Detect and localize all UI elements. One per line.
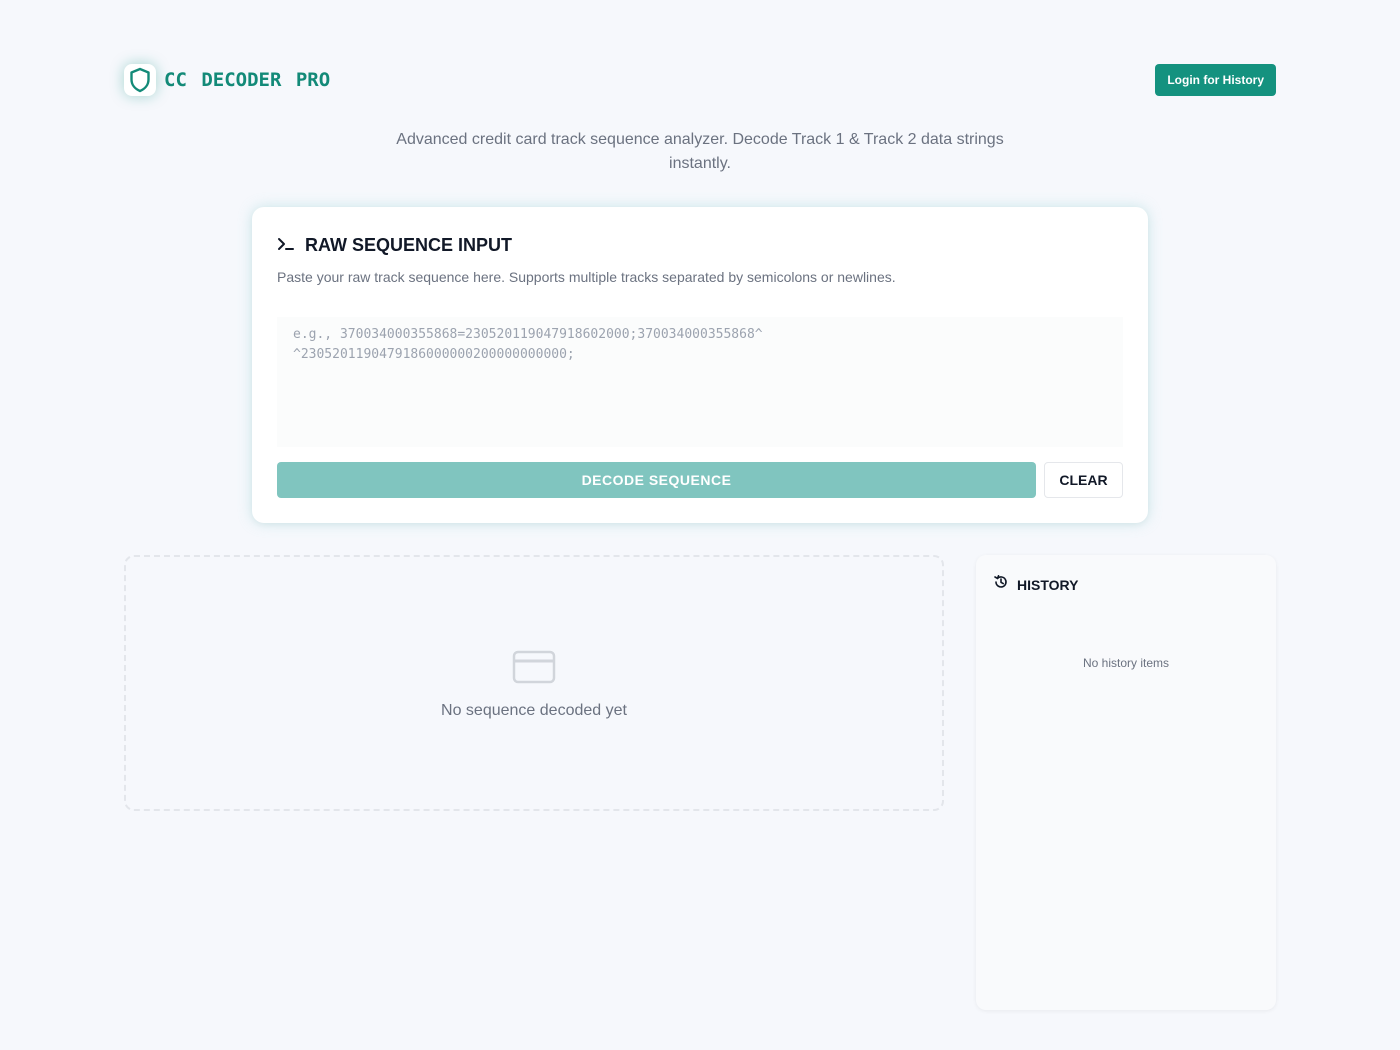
brand-name: CC DECODER PRO xyxy=(164,69,331,91)
decode-sequence-button[interactable]: DECODE SEQUENCE xyxy=(277,462,1036,498)
page-subtitle: Advanced credit card track sequence anal… xyxy=(396,131,1004,172)
raw-sequence-input-card: RAW SEQUENCE INPUT Paste your raw track … xyxy=(252,207,1148,523)
clear-button[interactable]: CLEAR xyxy=(1044,462,1123,498)
terminal-prompt-icon xyxy=(277,237,297,255)
header: CC DECODER PRO Login for History xyxy=(124,60,1276,100)
login-for-history-button[interactable]: Login for History xyxy=(1155,64,1276,96)
history-panel: HISTORY No history items xyxy=(976,555,1276,1010)
sequence-input[interactable] xyxy=(277,317,1123,447)
history-title: HISTORY xyxy=(1017,576,1079,593)
logo: CC DECODER PRO xyxy=(124,60,330,100)
history-icon xyxy=(993,574,1009,595)
card-title: RAW SEQUENCE INPUT xyxy=(277,235,512,256)
card-description: Paste your raw track sequence here. Supp… xyxy=(277,269,896,285)
result-panel: No sequence decoded yet xyxy=(124,555,944,811)
credit-card-icon xyxy=(512,650,556,684)
card-title-text: RAW SEQUENCE INPUT xyxy=(305,235,513,255)
result-empty-text: No sequence decoded yet xyxy=(441,702,627,719)
history-empty-text: No history items xyxy=(1082,656,1170,670)
shield-icon xyxy=(124,64,156,96)
history-header: HISTORY xyxy=(993,574,1078,595)
